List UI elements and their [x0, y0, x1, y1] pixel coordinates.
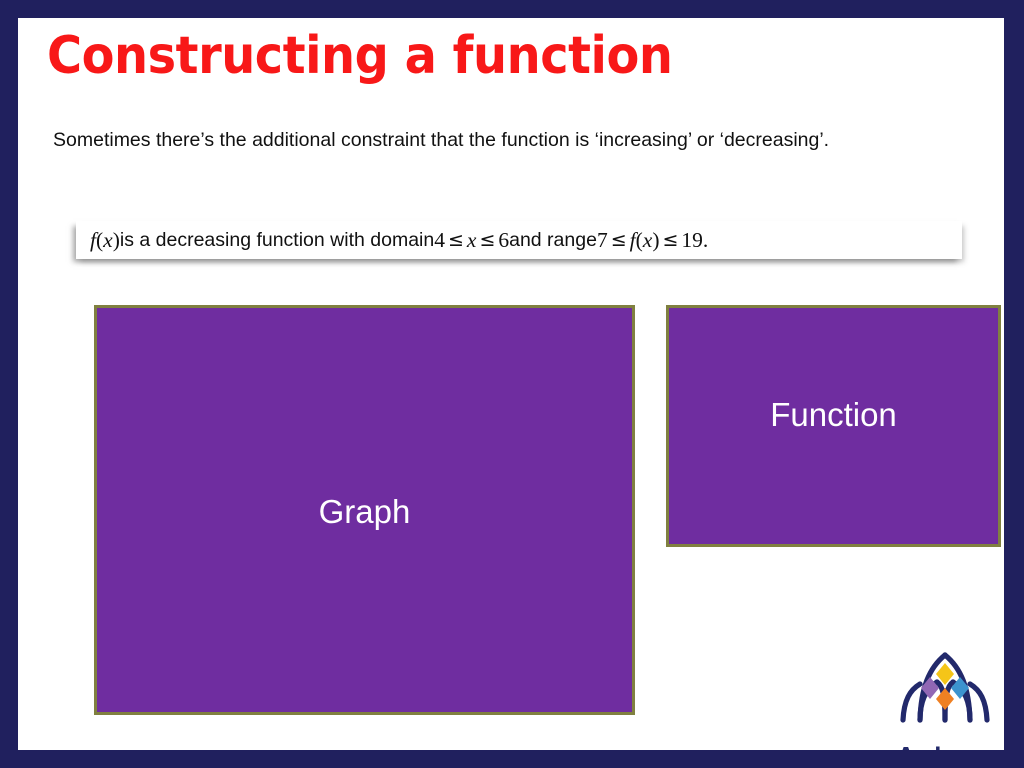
- page-title: Constructing a function: [47, 26, 673, 86]
- math-domain-lower: 4: [434, 227, 445, 252]
- math-clause-one: is a decreasing function with domain: [119, 228, 435, 251]
- function-placeholder[interactable]: Function: [666, 305, 1001, 547]
- logo-name-primary: Archway: [893, 745, 997, 750]
- math-statement-box: f(x) is a decreasing function with domai…: [76, 221, 962, 259]
- slide-frame: Constructing a function Sometimes there’…: [0, 0, 1024, 768]
- graph-placeholder-label: Graph: [318, 493, 411, 530]
- body-paragraph: Sometimes there’s the additional constra…: [53, 129, 830, 151]
- math-range-x-variable: x: [642, 227, 653, 252]
- diamond-center-icon: [936, 688, 954, 710]
- graph-placeholder[interactable]: Graph: [94, 305, 635, 715]
- math-range-open-paren: (: [635, 227, 643, 252]
- math-close-paren: ): [112, 227, 120, 252]
- less-equal-icon: ≤: [662, 229, 679, 251]
- math-x-variable: x: [103, 227, 113, 252]
- math-range-close-paren: ): [652, 227, 660, 252]
- function-placeholder-label: Function: [770, 396, 897, 433]
- less-equal-icon: ≤: [610, 229, 627, 251]
- math-clause-two: and range: [509, 228, 597, 251]
- math-domain-upper: 6: [498, 227, 510, 252]
- math-period: .: [702, 227, 709, 252]
- math-domain-variable: x: [466, 227, 477, 252]
- archway-learning-trust-logo: Archway Learning Trust: [893, 648, 997, 750]
- math-range-upper: 19: [681, 227, 703, 252]
- less-equal-icon: ≤: [447, 229, 464, 251]
- slide-canvas: Constructing a function Sometimes there’…: [18, 18, 1004, 750]
- math-range-lower: 7: [596, 227, 608, 252]
- less-equal-icon: ≤: [479, 229, 496, 251]
